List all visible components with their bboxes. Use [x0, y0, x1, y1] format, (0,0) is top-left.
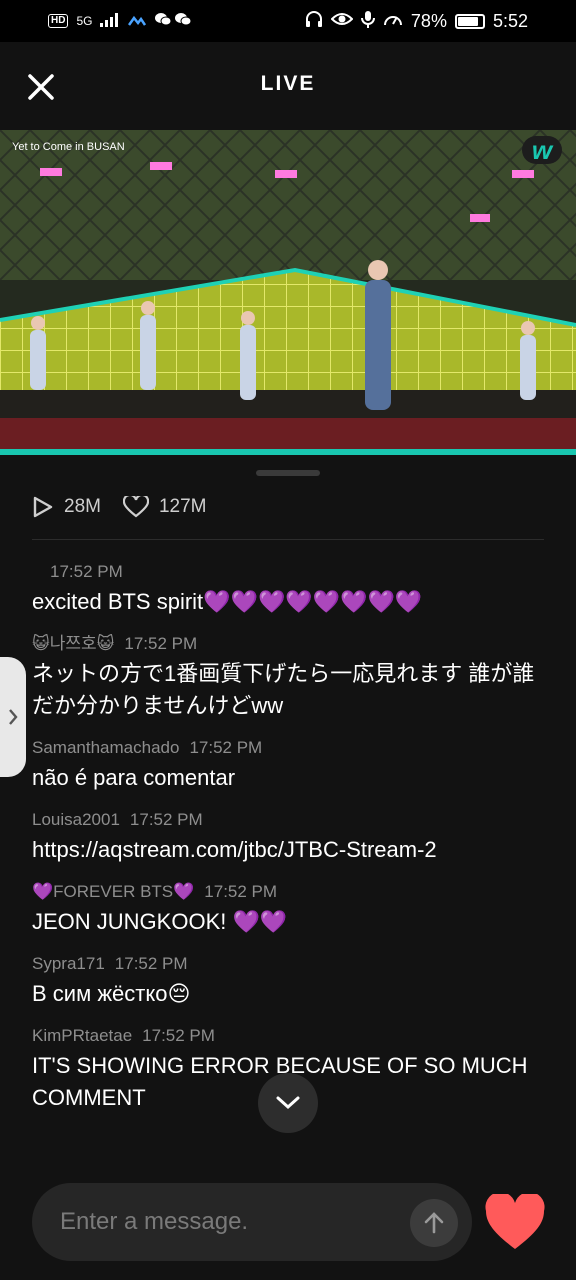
chat-time: 17:52 PM [204, 882, 278, 901]
chat-text: não é para comentar [32, 765, 236, 790]
chat-text: В сим жёстко😔 [32, 981, 191, 1006]
chat-list[interactable]: 17:52 PM excited BTS spirit💜💜💜💜💜💜💜💜 😺나쯔호… [32, 560, 544, 1128]
chat-user: Samanthamachado [32, 738, 180, 757]
chat-time: 17:52 PM [142, 1026, 215, 1045]
message-input-bar [32, 1183, 472, 1261]
message-input[interactable] [60, 1201, 400, 1243]
play-count-value: 28M [64, 496, 101, 517]
like-heart-button[interactable] [484, 1191, 546, 1252]
heart-outline-icon [122, 496, 149, 518]
chat-user: 💜FOREVER BTS💜 [32, 882, 195, 901]
wechat-icon [154, 11, 194, 32]
header: LIVE [0, 42, 576, 130]
chat-message: 💜FOREVER BTS💜 17:52 PM JEON JUNGKOOK! 💜💜 [32, 880, 544, 938]
network-type: 5G [76, 14, 93, 28]
video-progress-bar [0, 449, 576, 455]
arrow-up-icon [424, 1212, 444, 1234]
chat-user: Louisa2001 [32, 810, 120, 829]
eye-icon [330, 11, 354, 32]
chat-time: 17:52 PM [50, 562, 123, 581]
page-title: LIVE [260, 72, 316, 95]
chat-message: 17:52 PM excited BTS spirit💜💜💜💜💜💜💜💜 [32, 560, 544, 618]
weverse-logo: w [522, 136, 562, 164]
battery-percent: 78% [410, 10, 447, 31]
chat-user: KimPRtaetae [32, 1026, 133, 1045]
signal-icon [100, 11, 120, 32]
chevron-right-icon [9, 709, 18, 725]
chevron-down-icon [276, 1096, 300, 1110]
headphones-icon [305, 10, 323, 33]
stats-row: 28M 127M [32, 492, 229, 522]
drag-handle[interactable] [256, 470, 320, 476]
chat-text: ネットの方で1番画質下げたら一応見れます 誰が誰だか分かりませんけどww [32, 661, 535, 718]
chat-text: JEON JUNGKOOK! 💜💜 [32, 909, 288, 934]
chat-message: Louisa2001 17:52 PM https://aqstream.com/… [32, 808, 544, 866]
like-count-value: 127M [158, 496, 207, 517]
clock: 5:52 [492, 10, 528, 31]
chat-time: 17:52 PM [189, 738, 263, 757]
scroll-to-bottom-button[interactable] [258, 1073, 318, 1133]
chat-user: 😺나쯔호😺 [32, 634, 115, 653]
chat-text: https://aqstream.com/jtbc/JTBC-Stream-2 [32, 837, 437, 862]
event-logo: Yet to Come in BUSAN [12, 141, 125, 153]
chat-message: Samanthamachado 17:52 PM não é para comen… [32, 736, 544, 794]
send-button[interactable] [410, 1199, 458, 1247]
chat-time: 17:52 PM [129, 810, 203, 829]
chat-message: 😺나쯔호😺 17:52 PM ネットの方で1番画質下げたら一応見れます 誰が誰だか… [32, 632, 544, 722]
status-bar: HD 5G 78% 5:52 [0, 0, 576, 42]
chat-message: Sypra171 17:52 PM В сим жёстко😔 [32, 952, 544, 1010]
side-panel-tab[interactable] [0, 657, 26, 777]
hd-indicator: HD [48, 14, 69, 28]
chat-text: excited BTS spirit💜💜💜💜💜💜💜💜 [32, 589, 423, 614]
divider [32, 539, 544, 540]
speedometer-icon [383, 10, 403, 33]
heart-icon [485, 1191, 545, 1249]
play-count: 28M [32, 495, 101, 519]
play-icon [33, 496, 53, 518]
app-notification-icon [128, 11, 147, 32]
like-count: 127M [122, 496, 207, 518]
chat-time: 17:52 PM [124, 634, 198, 653]
live-video-player[interactable]: Yet to Come in BUSAN w [0, 130, 576, 450]
mic-icon [360, 10, 375, 33]
chat-time: 17:52 PM [114, 954, 188, 973]
chat-user: Sypra171 [32, 954, 105, 973]
battery-icon [454, 13, 485, 29]
